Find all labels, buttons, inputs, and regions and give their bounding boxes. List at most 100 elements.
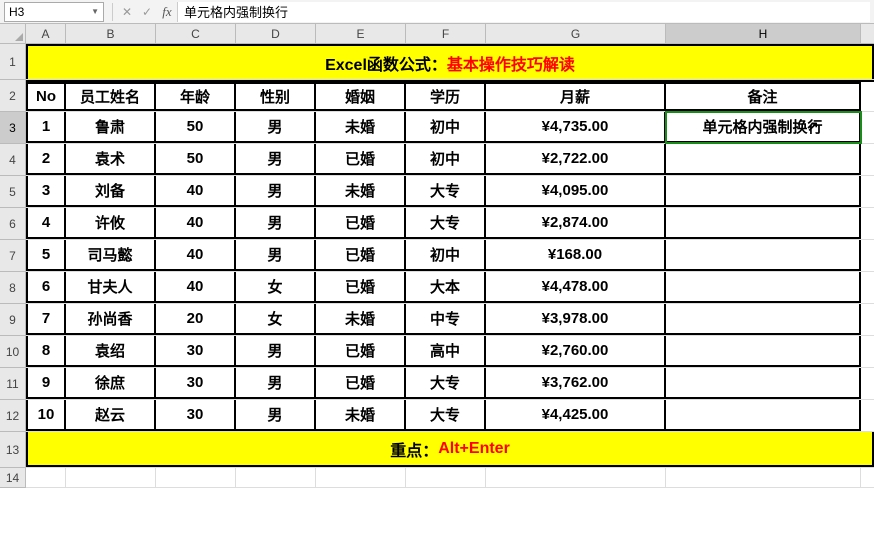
confirm-button[interactable]: ✓ — [137, 5, 157, 19]
empty-row[interactable] — [26, 468, 874, 488]
row-header-2[interactable]: 2 — [0, 80, 26, 112]
cell-name[interactable]: 赵云 — [66, 400, 156, 431]
cell-name[interactable]: 袁术 — [66, 144, 156, 175]
cell-marriage[interactable]: 已婚 — [316, 240, 406, 271]
cell-edu[interactable]: 初中 — [406, 112, 486, 143]
formula-input[interactable] — [177, 2, 870, 22]
cell-age[interactable]: 30 — [156, 368, 236, 399]
cell-edu[interactable]: 大专 — [406, 208, 486, 239]
cell[interactable] — [236, 468, 316, 487]
cell-note[interactable] — [666, 240, 861, 271]
cell-name[interactable]: 许攸 — [66, 208, 156, 239]
cell-gender[interactable]: 男 — [236, 144, 316, 175]
cell-salary[interactable]: ¥3,978.00 — [486, 304, 666, 335]
table-row[interactable]: 7孙尚香20女未婚中专¥3,978.00 — [26, 304, 874, 336]
table-row[interactable]: 6甘夫人40女已婚大本¥4,478.00 — [26, 272, 874, 304]
cell-gender[interactable]: 男 — [236, 208, 316, 239]
row-header-11[interactable]: 11 — [0, 368, 26, 400]
fx-button[interactable]: fx — [157, 4, 177, 20]
row-header-9[interactable]: 9 — [0, 304, 26, 336]
cell-gender[interactable]: 女 — [236, 304, 316, 335]
cell-note[interactable] — [666, 176, 861, 207]
cell-salary[interactable]: ¥2,874.00 — [486, 208, 666, 239]
col-header-H[interactable]: H — [666, 24, 861, 43]
cell-age[interactable]: 30 — [156, 336, 236, 367]
cell-no[interactable]: 2 — [26, 144, 66, 175]
cell-gender[interactable]: 男 — [236, 336, 316, 367]
col-header-B[interactable]: B — [66, 24, 156, 43]
cell-salary[interactable]: ¥4,735.00 — [486, 112, 666, 143]
cell-marriage[interactable]: 未婚 — [316, 176, 406, 207]
cell-edu[interactable]: 大专 — [406, 368, 486, 399]
row-header-12[interactable]: 12 — [0, 400, 26, 432]
table-row[interactable]: 1鲁肃50男未婚初中¥4,735.00单元格内强制换行↖ — [26, 112, 874, 144]
table-row[interactable]: 5司马懿40男已婚初中¥168.00 — [26, 240, 874, 272]
cell-name[interactable]: 孙尚香 — [66, 304, 156, 335]
cell-note[interactable] — [666, 368, 861, 399]
cell-marriage[interactable]: 未婚 — [316, 304, 406, 335]
cell-age[interactable]: 40 — [156, 176, 236, 207]
row-header-14[interactable]: 14 — [0, 468, 26, 488]
cell-marriage[interactable]: 已婚 — [316, 144, 406, 175]
col-header-F[interactable]: F — [406, 24, 486, 43]
cell-marriage[interactable]: 未婚 — [316, 400, 406, 431]
cell-note[interactable]: 单元格内强制换行↖ — [666, 112, 861, 143]
cell-edu[interactable]: 中专 — [406, 304, 486, 335]
row-header-5[interactable]: 5 — [0, 176, 26, 208]
table-row[interactable]: 4许攸40男已婚大专¥2,874.00 — [26, 208, 874, 240]
col-header-C[interactable]: C — [156, 24, 236, 43]
cell-name[interactable]: 甘夫人 — [66, 272, 156, 303]
cell-gender[interactable]: 男 — [236, 240, 316, 271]
footer-row[interactable]: 重点： Alt+Enter — [26, 432, 874, 468]
name-box[interactable]: H3 ▼ — [4, 2, 104, 22]
cell-no[interactable]: 1 — [26, 112, 66, 143]
table-row[interactable]: 2袁术50男已婚初中¥2,722.00 — [26, 144, 874, 176]
cell-gender[interactable]: 男 — [236, 112, 316, 143]
cell-age[interactable]: 50 — [156, 144, 236, 175]
cell-marriage[interactable]: 未婚 — [316, 112, 406, 143]
title-row[interactable]: Excel函数公式： 基本操作技巧解读 — [26, 44, 874, 80]
table-row[interactable]: 3刘备40男未婚大专¥4,095.00 — [26, 176, 874, 208]
cell-salary[interactable]: ¥4,095.00 — [486, 176, 666, 207]
cell-name[interactable]: 鲁肃 — [66, 112, 156, 143]
row-header-4[interactable]: 4 — [0, 144, 26, 176]
cell-marriage[interactable]: 已婚 — [316, 336, 406, 367]
cell[interactable] — [486, 468, 666, 487]
cell-marriage[interactable]: 已婚 — [316, 368, 406, 399]
cell-age[interactable]: 30 — [156, 400, 236, 431]
cell-no[interactable]: 7 — [26, 304, 66, 335]
row-header-3[interactable]: 3 — [0, 112, 26, 144]
row-header-10[interactable]: 10 — [0, 336, 26, 368]
cell-no[interactable]: 6 — [26, 272, 66, 303]
row-header-8[interactable]: 8 — [0, 272, 26, 304]
cell-marriage[interactable]: 已婚 — [316, 208, 406, 239]
col-header-D[interactable]: D — [236, 24, 316, 43]
cell-note[interactable] — [666, 400, 861, 431]
cell-name[interactable]: 司马懿 — [66, 240, 156, 271]
table-row[interactable]: 10赵云30男未婚大专¥4,425.00 — [26, 400, 874, 432]
cell-name[interactable]: 徐庶 — [66, 368, 156, 399]
cell-edu[interactable]: 大本 — [406, 272, 486, 303]
cell-edu[interactable]: 初中 — [406, 240, 486, 271]
row-header-7[interactable]: 7 — [0, 240, 26, 272]
select-all-corner[interactable] — [0, 24, 26, 43]
col-header-G[interactable]: G — [486, 24, 666, 43]
cell-salary[interactable]: ¥3,762.00 — [486, 368, 666, 399]
cell-no[interactable]: 10 — [26, 400, 66, 431]
cell-gender[interactable]: 男 — [236, 368, 316, 399]
cell-age[interactable]: 40 — [156, 240, 236, 271]
cell-gender[interactable]: 男 — [236, 176, 316, 207]
cell-no[interactable]: 4 — [26, 208, 66, 239]
cell-name[interactable]: 袁绍 — [66, 336, 156, 367]
cell-edu[interactable]: 大专 — [406, 176, 486, 207]
cell-no[interactable]: 9 — [26, 368, 66, 399]
cell-gender[interactable]: 女 — [236, 272, 316, 303]
table-row[interactable]: 9徐庶30男已婚大专¥3,762.00 — [26, 368, 874, 400]
cell-salary[interactable]: ¥4,425.00 — [486, 400, 666, 431]
cell-no[interactable]: 8 — [26, 336, 66, 367]
cell[interactable] — [156, 468, 236, 487]
cell-note[interactable] — [666, 336, 861, 367]
cell[interactable] — [66, 468, 156, 487]
cell-salary[interactable]: ¥2,760.00 — [486, 336, 666, 367]
col-header-A[interactable]: A — [26, 24, 66, 43]
